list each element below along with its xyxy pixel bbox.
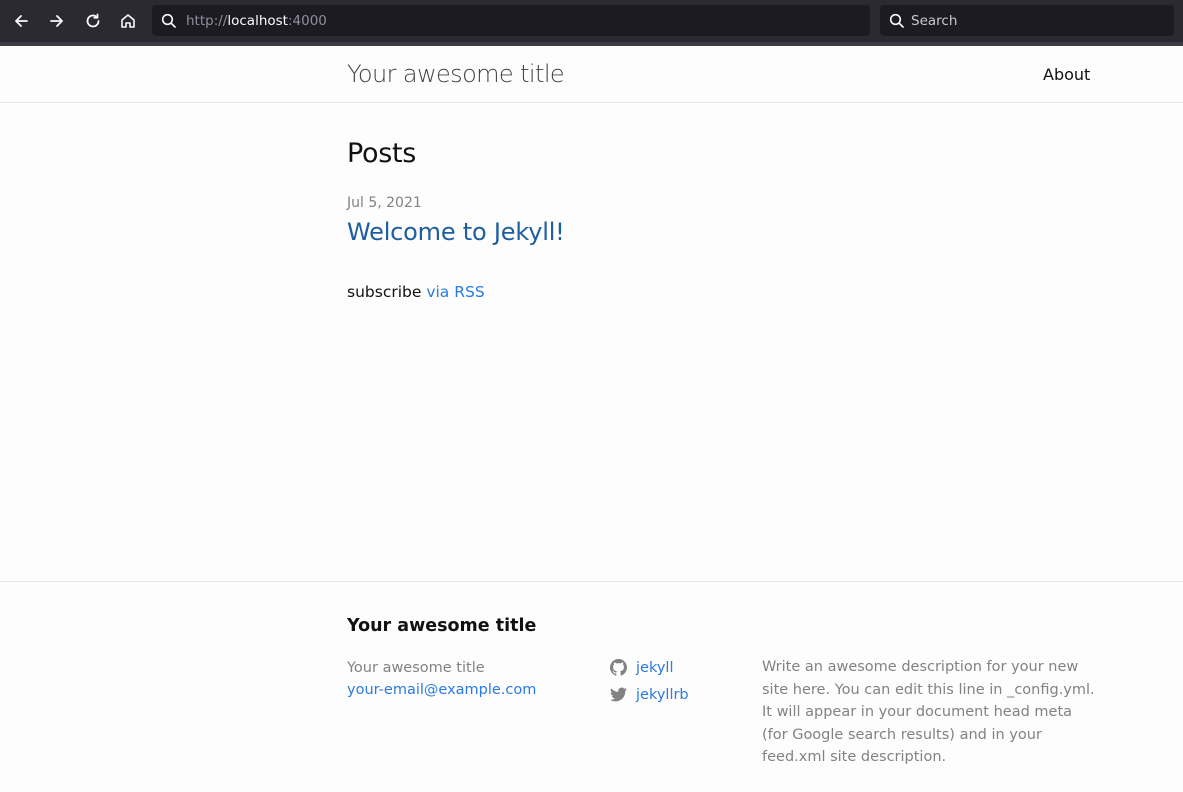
post-date: Jul 5, 2021	[347, 195, 422, 211]
url-port: :4000	[287, 12, 327, 29]
footer-contact: Your awesome title your-email@example.co…	[347, 657, 536, 701]
home-icon	[121, 14, 135, 28]
github-link[interactable]: jekyll	[636, 660, 673, 676]
page-heading: Posts	[347, 138, 417, 169]
github-icon	[610, 659, 627, 676]
back-button[interactable]	[6, 6, 36, 36]
nav-about-link[interactable]: About	[1043, 65, 1090, 84]
site-header: Your awesome title About	[0, 46, 1183, 103]
footer-site-name: Your awesome title	[347, 660, 485, 676]
forward-arrow-icon	[50, 15, 63, 27]
back-arrow-icon	[15, 15, 28, 27]
footer-heading: Your awesome title	[347, 616, 537, 636]
reload-icon	[86, 13, 100, 28]
subscribe-text: subscribe	[347, 283, 427, 301]
search-bar[interactable]: Search	[880, 5, 1174, 36]
rss-link[interactable]: via RSS	[426, 283, 484, 301]
search-icon	[161, 13, 176, 28]
social-links: jekyll jekyllrb	[610, 654, 689, 708]
site-title-link[interactable]: Your awesome title	[347, 60, 565, 88]
social-item-twitter: jekyllrb	[610, 681, 689, 708]
url-bar[interactable]: http://localhost:4000	[152, 5, 870, 36]
footer-email-link[interactable]: your-email@example.com	[347, 679, 536, 701]
forward-button[interactable]	[42, 6, 72, 36]
reload-button[interactable]	[78, 6, 108, 36]
url-host: localhost	[227, 12, 288, 29]
home-button[interactable]	[113, 6, 143, 36]
subscribe-line: subscribe via RSS	[347, 283, 485, 301]
url-scheme: http://	[186, 12, 228, 29]
post-title-link[interactable]: Welcome to Jekyll!	[347, 218, 565, 246]
twitter-link[interactable]: jekyllrb	[636, 687, 689, 703]
search-icon	[889, 13, 904, 28]
social-item-github: jekyll	[610, 654, 689, 681]
site-footer: Your awesome title Your awesome title yo…	[0, 581, 1183, 792]
url-text: http://localhost:4000	[186, 13, 327, 29]
footer-description: Write an awesome description for your ne…	[762, 659, 1095, 766]
browser-toolbar: http://localhost:4000 Search	[0, 0, 1183, 42]
search-placeholder: Search	[911, 12, 958, 29]
twitter-icon	[610, 687, 627, 702]
